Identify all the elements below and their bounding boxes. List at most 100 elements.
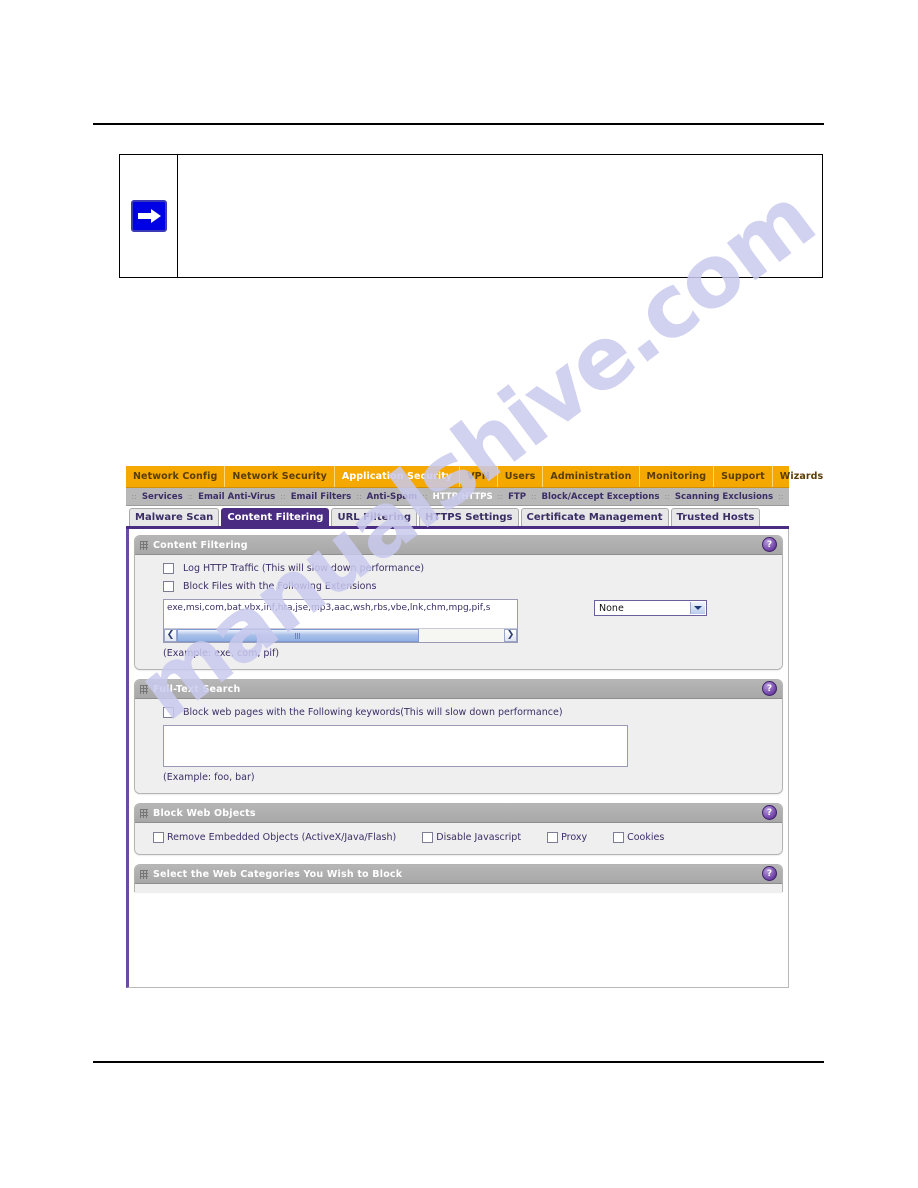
scroll-left-arrow-icon[interactable]: ❮ xyxy=(164,629,177,642)
nav-monitoring[interactable]: Monitoring xyxy=(640,466,715,487)
extension-preset-select[interactable]: None xyxy=(594,600,707,616)
page-footer-rule xyxy=(93,1061,824,1063)
extensions-textarea[interactable]: exe,msi,com,bat,vbx,inf,hta,jse,mp3,aac,… xyxy=(163,599,518,643)
label-block-files-extensions: Block Files with the Following Extension… xyxy=(183,581,377,592)
scrollbar-track[interactable] xyxy=(177,629,504,642)
help-icon[interactable]: ? xyxy=(762,866,777,881)
label-cookies: Cookies xyxy=(627,832,665,843)
nav-users[interactable]: Users xyxy=(498,466,544,487)
section-block-web-objects: Block Web Objects ? Remove Embedded Obje… xyxy=(134,803,783,855)
help-icon[interactable]: ? xyxy=(762,805,777,820)
web-objects-row: Remove Embedded Objects (ActiveX/Java/Fl… xyxy=(153,823,772,854)
tab-malware-scan[interactable]: Malware Scan xyxy=(129,508,220,526)
tab-https-settings[interactable]: HTTPS Settings xyxy=(419,508,519,526)
subnav-email-filters[interactable]: Email Filters xyxy=(287,492,356,502)
section-header-content-filtering: Content Filtering ? xyxy=(135,536,782,555)
scrollbar-thumb[interactable] xyxy=(177,629,419,642)
grip-handle-icon[interactable] xyxy=(140,808,148,818)
checkbox-block-files-extensions[interactable] xyxy=(163,581,174,592)
keywords-textarea[interactable] xyxy=(163,725,628,767)
label-block-keywords: Block web pages with the Following keywo… xyxy=(183,707,563,718)
nav-network-security[interactable]: Network Security xyxy=(225,466,335,487)
extensions-example-hint: (Example: exe, com, pif) xyxy=(163,648,280,659)
section-header-full-text-search: Full-Text Search ? xyxy=(135,680,782,699)
section-content-body xyxy=(135,884,782,892)
tab-content-filtering[interactable]: Content Filtering xyxy=(221,508,330,526)
subnav-scanning-exclusions[interactable]: Scanning Exclusions xyxy=(671,492,777,502)
tab-url-filtering[interactable]: URL Filtering xyxy=(331,508,418,526)
subnav-separator: :: xyxy=(778,492,784,501)
subnav-ftp[interactable]: FTP xyxy=(504,492,530,502)
grip-handle-icon[interactable] xyxy=(140,540,148,550)
section-content-body: Remove Embedded Objects (ActiveX/Java/Fl… xyxy=(135,823,782,854)
extensions-row: exe,msi,com,bat,vbx,inf,hta,jse,mp3,aac,… xyxy=(163,599,772,643)
section-content-filtering: Content Filtering ? Log HTTP Traffic (Th… xyxy=(134,535,783,670)
subnav-separator: :: xyxy=(131,492,137,501)
subnav-separator: :: xyxy=(422,492,428,501)
grip-handle-icon[interactable] xyxy=(140,684,148,694)
secondary-nav: :: Services :: Email Anti-Virus :: Email… xyxy=(126,488,789,506)
subnav-separator: :: xyxy=(664,492,670,501)
option-disable-javascript[interactable]: Disable Javascript xyxy=(422,832,521,843)
section-web-categories: Select the Web Categories You Wish to Bl… xyxy=(134,864,783,892)
subnav-separator: :: xyxy=(280,492,286,501)
help-icon[interactable]: ? xyxy=(762,681,777,696)
tab-certificate-management[interactable]: Certificate Management xyxy=(520,508,669,526)
note-callout-box xyxy=(119,154,823,278)
router-admin-ui: Network Config Network Security Applicat… xyxy=(126,466,823,988)
subnav-separator: :: xyxy=(356,492,362,501)
section-title: Select the Web Categories You Wish to Bl… xyxy=(153,868,403,880)
option-cookies[interactable]: Cookies xyxy=(613,832,664,843)
subnav-separator: :: xyxy=(531,492,537,501)
grip-handle-icon[interactable] xyxy=(140,869,148,879)
section-full-text-search: Full-Text Search ? Block web pages with … xyxy=(134,679,783,794)
panel-body: Content Filtering ? Log HTTP Traffic (Th… xyxy=(126,529,789,988)
note-icon-cell xyxy=(120,155,178,277)
checkbox-block-keywords[interactable] xyxy=(163,707,174,718)
nav-wizards[interactable]: Wizards xyxy=(773,466,831,487)
note-text xyxy=(178,155,822,277)
section-title: Content Filtering xyxy=(153,539,248,551)
row-log-http-traffic: Log HTTP Traffic (This will slow down pe… xyxy=(163,563,772,574)
nav-administration[interactable]: Administration xyxy=(543,466,640,487)
checkbox-log-http-traffic[interactable] xyxy=(163,563,174,574)
checkbox-cookies[interactable] xyxy=(613,832,625,843)
chevron-down-icon[interactable] xyxy=(690,602,705,614)
extensions-value: exe,msi,com,bat,vbx,inf,hta,jse,mp3,aac,… xyxy=(167,603,491,613)
row-block-keywords: Block web pages with the Following keywo… xyxy=(163,707,772,718)
nav-vpn[interactable]: VPN xyxy=(460,466,498,487)
checkbox-disable-javascript[interactable] xyxy=(422,832,434,843)
label-remove-embedded-objects: Remove Embedded Objects (ActiveX/Java/Fl… xyxy=(167,832,397,843)
page-header-rule xyxy=(93,123,824,125)
subnav-services[interactable]: Services xyxy=(138,492,187,502)
subnav-separator: :: xyxy=(497,492,504,501)
subnav-block-accept-exceptions[interactable]: Block/Accept Exceptions xyxy=(537,492,663,502)
primary-nav: Network Config Network Security Applicat… xyxy=(126,466,823,488)
tab-strip: Malware Scan Content Filtering URL Filte… xyxy=(126,506,789,529)
checkbox-remove-embedded-objects[interactable] xyxy=(153,832,164,843)
nav-support[interactable]: Support xyxy=(714,466,773,487)
tab-trusted-hosts[interactable]: Trusted Hosts xyxy=(670,508,761,526)
checkbox-proxy[interactable] xyxy=(547,832,559,843)
extensions-horizontal-scrollbar[interactable]: ❮ ❯ xyxy=(164,628,517,642)
subnav-separator: :: xyxy=(187,492,194,501)
subnav-email-anti-virus[interactable]: Email Anti-Virus xyxy=(194,492,279,502)
section-content-body: Log HTTP Traffic (This will slow down pe… xyxy=(135,555,782,669)
section-header-web-categories: Select the Web Categories You Wish to Bl… xyxy=(135,865,782,884)
nav-application-security[interactable]: Application Security xyxy=(335,466,461,487)
blue-arrow-note-icon xyxy=(130,200,167,232)
label-disable-javascript: Disable Javascript xyxy=(436,832,522,843)
nav-network-config[interactable]: Network Config xyxy=(126,466,226,487)
row-block-files-extensions: Block Files with the Following Extension… xyxy=(163,581,772,592)
section-header-block-web-objects: Block Web Objects ? xyxy=(135,804,782,823)
extension-preset-value: None xyxy=(599,602,624,614)
option-proxy[interactable]: Proxy xyxy=(547,832,587,843)
help-icon[interactable]: ? xyxy=(762,537,777,552)
section-title: Full-Text Search xyxy=(153,683,241,695)
option-remove-embedded-objects[interactable]: Remove Embedded Objects (ActiveX/Java/Fl… xyxy=(153,832,396,843)
label-proxy: Proxy xyxy=(561,832,588,843)
subnav-anti-spam[interactable]: Anti-Spam xyxy=(363,492,421,502)
keywords-example-hint: (Example: foo, bar) xyxy=(163,772,255,783)
scroll-right-arrow-icon[interactable]: ❯ xyxy=(504,629,517,642)
subnav-http-https[interactable]: HTTP/HTTPS xyxy=(429,492,497,502)
